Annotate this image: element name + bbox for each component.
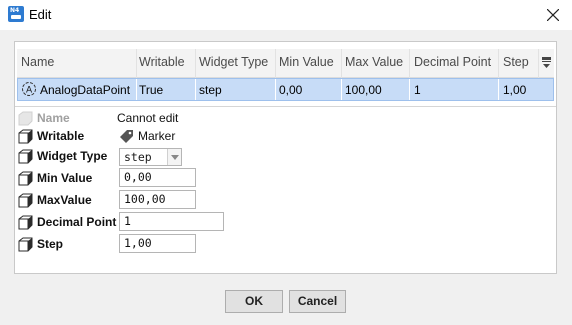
widget-type-select[interactable]: step [119,148,182,166]
column-header-max-value[interactable]: Max Value [345,55,403,69]
column-header-min-value[interactable]: Min Value [279,55,334,69]
cell-name: AnalogDataPoint [40,83,131,97]
cube-icon [18,129,33,144]
cube-icon [18,171,33,186]
cube-icon [18,215,33,230]
max-value-input[interactable]: 100,00 [119,190,196,209]
chevron-down-icon [171,155,179,160]
column-chooser-icon[interactable] [540,55,554,71]
tag-icon [120,130,133,143]
column-header-decimal-point[interactable]: Decimal Point [414,55,491,69]
name-label: Name [37,111,70,125]
svg-text:A: A [26,86,33,96]
column-header-widget-type[interactable]: Widget Type [199,55,268,69]
cube-icon [18,193,33,208]
writable-label: Writable [37,129,85,143]
cube-icon [18,237,33,252]
decimal-point-input[interactable]: 1 [119,212,224,231]
column-header-step[interactable]: Step [503,55,529,69]
dropdown-arrow[interactable] [167,149,181,165]
max-value-label: MaxValue [37,193,92,207]
window-title: Edit [29,7,52,22]
ok-button[interactable]: OK [225,290,283,313]
widget-type-value: step [124,150,152,164]
edit-panel: Name Writable Widget Type Min Value Max … [14,41,557,274]
cell-step: 1,00 [503,83,527,97]
analog-point-icon: A [22,82,36,96]
cell-decimal-point: 1 [414,83,421,97]
title-bar: N4 Edit [0,0,572,30]
cell-max-value: 100,00 [345,83,382,97]
cell-writable: True [139,83,164,97]
step-input[interactable]: 1,00 [119,234,196,253]
widget-type-label: Widget Type [37,149,108,163]
cube-icon [18,149,33,164]
min-value-label: Min Value [37,171,93,185]
app-logo-text: N4 [10,7,20,14]
panel-divider [15,106,556,107]
close-button[interactable] [542,4,564,26]
column-header-writable[interactable]: Writable [139,55,185,69]
writable-value: Marker [138,129,176,143]
cell-widget-type: step [199,83,222,97]
decimal-point-label: Decimal Point [37,215,117,229]
step-label: Step [37,237,64,251]
cube-icon [18,111,33,126]
table-header: Name Writable Widget Type Min Value Max … [17,49,554,78]
close-icon [547,9,559,21]
min-value-input[interactable]: 0,00 [119,168,196,187]
name-value: Cannot edit [117,111,179,125]
cell-min-value: 0,00 [279,83,303,97]
column-header-name[interactable]: Name [21,55,54,69]
table-row[interactable]: A AnalogDataPoint True step 0,00 100,00 … [17,78,554,101]
cancel-button[interactable]: Cancel [289,290,346,313]
app-logo-icon: N4 [8,6,24,22]
